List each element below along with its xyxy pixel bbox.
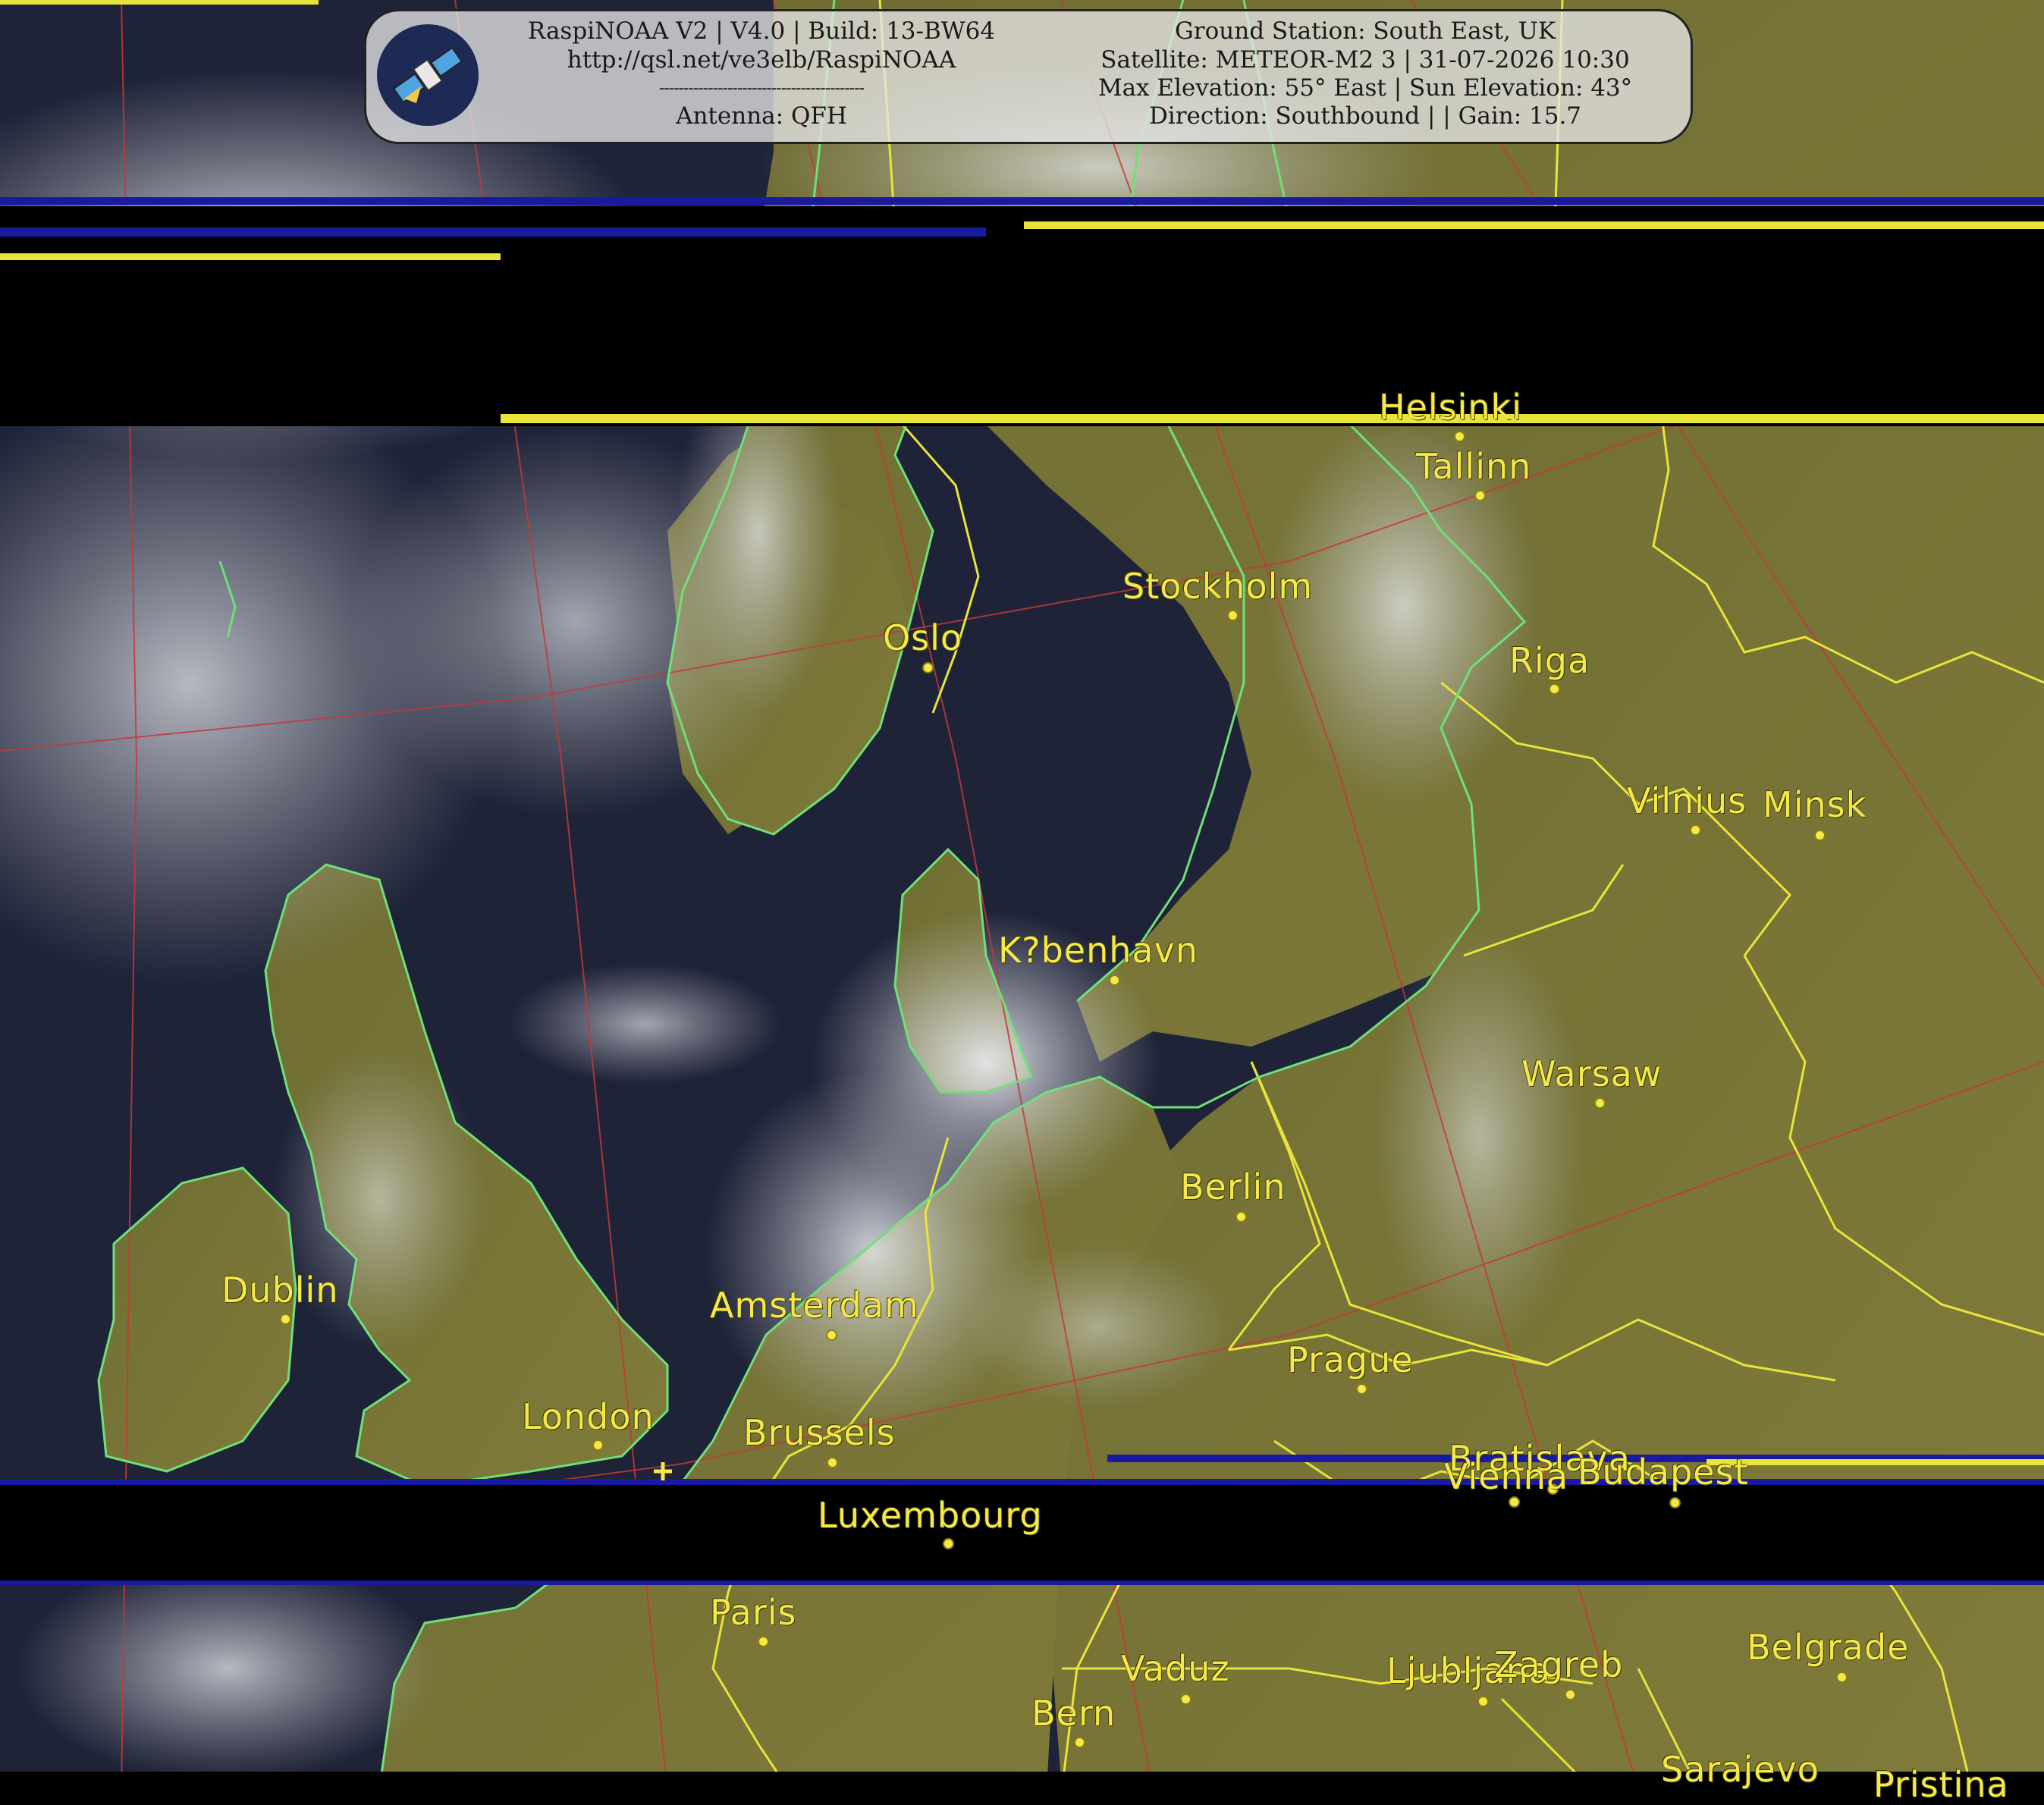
header-left-line4: Antenna: QFH — [676, 102, 847, 130]
city-label-riga: Riga — [1509, 640, 1590, 681]
city-label-paris: Paris — [710, 1592, 797, 1633]
city-label-sarajevo: Sarajevo — [1661, 1749, 1820, 1790]
city-label-luxembourg: Luxembourg — [818, 1495, 1043, 1536]
city-marker-kobenhavn — [1109, 975, 1120, 986]
city-label-prague: Prague — [1287, 1339, 1414, 1380]
city-marker-paris — [758, 1636, 769, 1647]
city-label-vaduz: Vaduz — [1121, 1648, 1230, 1689]
city-marker-bern — [1074, 1737, 1085, 1748]
header-left-line1: RaspiNOAA V2 | V4.0 | Build: 13-BW64 — [527, 17, 996, 45]
city-marker-stockholm — [1227, 610, 1239, 621]
city-marker-luxembourg — [943, 1538, 954, 1549]
header-right-line1: Ground Station: South East, UK — [1175, 17, 1556, 45]
city-marker-tallinn — [1474, 490, 1486, 501]
city-marker-dublin — [280, 1314, 291, 1325]
city-label-oslo: Oslo — [883, 617, 963, 658]
city-marker-brussels — [827, 1457, 838, 1468]
city-label-warsaw: Warsaw — [1521, 1053, 1663, 1094]
city-marker-belgrade — [1836, 1672, 1848, 1683]
city-label-tallinn: Tallinn — [1416, 446, 1532, 487]
satellite-logo-icon — [377, 24, 479, 126]
city-marker-zagreb — [1565, 1689, 1576, 1700]
city-label-london: London — [522, 1396, 655, 1437]
city-label-zagreb: Zagreb — [1494, 1644, 1624, 1685]
city-label-vilnius: Vilnius — [1627, 780, 1747, 821]
city-label-helsinki: Helsinki — [1379, 387, 1522, 428]
city-label-brussels: Brussels — [743, 1412, 896, 1453]
header-right-line2: Satellite: METEOR-M2 3 | 31-07-2026 10:3… — [1100, 46, 1630, 74]
city-label-berlin: Berlin — [1180, 1166, 1286, 1207]
city-marker-vilnius — [1690, 824, 1701, 836]
city-label-minsk: Minsk — [1763, 784, 1867, 825]
city-marker-london — [592, 1439, 604, 1451]
city-marker-prague — [1356, 1383, 1367, 1395]
header-right-line4: Direction: Southbound | | Gain: 15.7 — [1148, 102, 1582, 130]
city-label-belgrade: Belgrade — [1747, 1627, 1910, 1668]
header-right-line3: Max Elevation: 55° East | Sun Elevation:… — [1097, 74, 1633, 102]
city-marker-vienna — [1509, 1496, 1520, 1508]
city-label-bern: Bern — [1031, 1693, 1116, 1734]
city-marker-oslo — [922, 662, 934, 673]
city-marker-warsaw — [1594, 1097, 1606, 1109]
city-label-pristina: Pristina — [1873, 1764, 2009, 1805]
city-marker-budapest — [1669, 1497, 1681, 1508]
city-marker-helsinki — [1454, 431, 1465, 442]
city-marker-berlin — [1236, 1211, 1247, 1223]
city-label-kobenhavn: K?benhavn — [998, 930, 1198, 971]
city-marker-minsk — [1814, 830, 1826, 841]
city-label-dublin: Dublin — [221, 1270, 339, 1311]
city-label-vienna: Vienna — [1444, 1456, 1569, 1497]
city-label-stockholm: Stockholm — [1122, 566, 1314, 607]
city-marker-ljubljana — [1477, 1696, 1489, 1707]
city-marker-amsterdam — [826, 1329, 837, 1341]
header-left-line2: http://qsl.net/ve3elb/RaspiNOAA — [567, 46, 956, 74]
city-marker-riga — [1549, 683, 1560, 695]
city-marker-vaduz — [1180, 1694, 1192, 1705]
city-label-budapest: Budapest — [1578, 1452, 1749, 1493]
city-label-amsterdam: Amsterdam — [710, 1285, 919, 1326]
header-left-line3: ----------------------------------------… — [658, 79, 865, 98]
